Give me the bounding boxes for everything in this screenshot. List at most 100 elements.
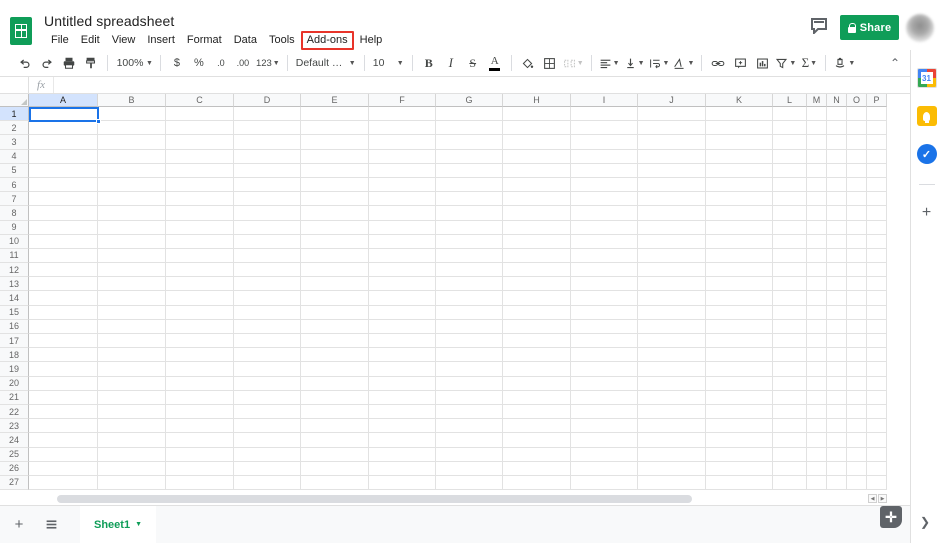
link-icon[interactable] <box>707 52 729 74</box>
cell-B12[interactable] <box>98 263 166 278</box>
filter-icon[interactable]: ▼ <box>773 52 798 74</box>
cell-A8[interactable] <box>29 206 98 221</box>
menu-item-format[interactable]: Format <box>181 32 228 49</box>
menu-item-file[interactable]: File <box>45 32 75 49</box>
cell-F19[interactable] <box>369 362 436 377</box>
cell-C3[interactable] <box>166 135 234 150</box>
cell-C14[interactable] <box>166 291 234 306</box>
cell-F12[interactable] <box>369 263 436 278</box>
cell-A3[interactable] <box>29 135 98 150</box>
cell-G24[interactable] <box>436 433 503 448</box>
insert-chart-icon[interactable] <box>751 52 773 74</box>
cell-G27[interactable] <box>436 475 503 491</box>
cell-C8[interactable] <box>166 206 234 221</box>
cell-H6[interactable] <box>503 177 571 193</box>
column-header-b[interactable]: B <box>98 94 166 107</box>
cell-K1[interactable] <box>706 107 773 122</box>
cell-M25[interactable] <box>807 447 827 462</box>
cell-H8[interactable] <box>503 206 571 221</box>
cell-E3[interactable] <box>301 135 369 150</box>
cell-K3[interactable] <box>706 135 773 150</box>
cell-F27[interactable] <box>369 475 436 491</box>
cell-E23[interactable] <box>301 419 369 434</box>
cell-E13[interactable] <box>301 277 369 292</box>
cell-I21[interactable] <box>571 390 638 405</box>
cell-O12[interactable] <box>847 263 867 278</box>
cell-N11[interactable] <box>827 248 847 264</box>
cell-L8[interactable] <box>773 206 807 221</box>
row-header-23[interactable]: 23 <box>0 419 29 434</box>
cell-M2[interactable] <box>807 121 827 136</box>
column-header-f[interactable]: F <box>369 94 436 107</box>
google-keep-icon[interactable] <box>916 106 937 126</box>
cell-F4[interactable] <box>369 149 436 164</box>
cell-N26[interactable] <box>827 461 847 476</box>
row-header-19[interactable]: 19 <box>0 362 29 377</box>
cell-B24[interactable] <box>98 433 166 448</box>
menu-item-tools[interactable]: Tools <box>263 32 301 49</box>
cell-F6[interactable] <box>369 177 436 193</box>
cell-J3[interactable] <box>638 135 706 150</box>
cell-I6[interactable] <box>571 177 638 193</box>
cell-K13[interactable] <box>706 277 773 292</box>
cell-K22[interactable] <box>706 404 773 420</box>
cell-F21[interactable] <box>369 390 436 405</box>
cell-H12[interactable] <box>503 263 571 278</box>
column-header-g[interactable]: G <box>436 94 503 107</box>
cell-E7[interactable] <box>301 192 369 207</box>
chevron-down-icon[interactable]: ▼ <box>135 521 142 528</box>
cell-L27[interactable] <box>773 475 807 491</box>
fill-color-icon[interactable] <box>517 52 539 74</box>
cell-L17[interactable] <box>773 334 807 349</box>
cell-J2[interactable] <box>638 121 706 136</box>
cell-L20[interactable] <box>773 376 807 391</box>
cell-I18[interactable] <box>571 348 638 363</box>
row-header-12[interactable]: 12 <box>0 263 29 278</box>
cell-H27[interactable] <box>503 475 571 491</box>
cell-O13[interactable] <box>847 277 867 292</box>
cell-L26[interactable] <box>773 461 807 476</box>
cell-E12[interactable] <box>301 263 369 278</box>
cell-P4[interactable] <box>867 149 887 164</box>
cells-area[interactable] <box>29 107 910 494</box>
cell-I26[interactable] <box>571 461 638 476</box>
cell-H21[interactable] <box>503 390 571 405</box>
cell-M10[interactable] <box>807 234 827 249</box>
cell-P13[interactable] <box>867 277 887 292</box>
cell-D8[interactable] <box>234 206 301 221</box>
cell-N12[interactable] <box>827 263 847 278</box>
row-header-24[interactable]: 24 <box>0 433 29 448</box>
cell-L11[interactable] <box>773 248 807 264</box>
cell-O20[interactable] <box>847 376 867 391</box>
cell-G18[interactable] <box>436 348 503 363</box>
cell-N17[interactable] <box>827 334 847 349</box>
cell-H1[interactable] <box>503 107 571 122</box>
cell-F14[interactable] <box>369 291 436 306</box>
cell-F26[interactable] <box>369 461 436 476</box>
cell-K11[interactable] <box>706 248 773 264</box>
cell-L21[interactable] <box>773 390 807 405</box>
cell-L14[interactable] <box>773 291 807 306</box>
menu-item-add-ons[interactable]: Add-ons <box>300 31 354 50</box>
cell-A1[interactable] <box>29 107 98 122</box>
cell-G16[interactable] <box>436 319 503 334</box>
column-header-p[interactable]: P <box>867 94 887 107</box>
cell-L18[interactable] <box>773 348 807 363</box>
row-header-7[interactable]: 7 <box>0 192 29 207</box>
cell-H3[interactable] <box>503 135 571 150</box>
cell-A7[interactable] <box>29 192 98 207</box>
cell-E27[interactable] <box>301 475 369 491</box>
cell-I3[interactable] <box>571 135 638 150</box>
cell-C7[interactable] <box>166 192 234 207</box>
cell-I7[interactable] <box>571 192 638 207</box>
row-header-17[interactable]: 17 <box>0 334 29 349</box>
cell-I14[interactable] <box>571 291 638 306</box>
cell-E19[interactable] <box>301 362 369 377</box>
cell-G6[interactable] <box>436 177 503 193</box>
cell-M4[interactable] <box>807 149 827 164</box>
row-header-10[interactable]: 10 <box>0 234 29 249</box>
cell-D17[interactable] <box>234 334 301 349</box>
cell-C22[interactable] <box>166 404 234 420</box>
redo-icon[interactable] <box>36 52 58 74</box>
cell-I25[interactable] <box>571 447 638 462</box>
